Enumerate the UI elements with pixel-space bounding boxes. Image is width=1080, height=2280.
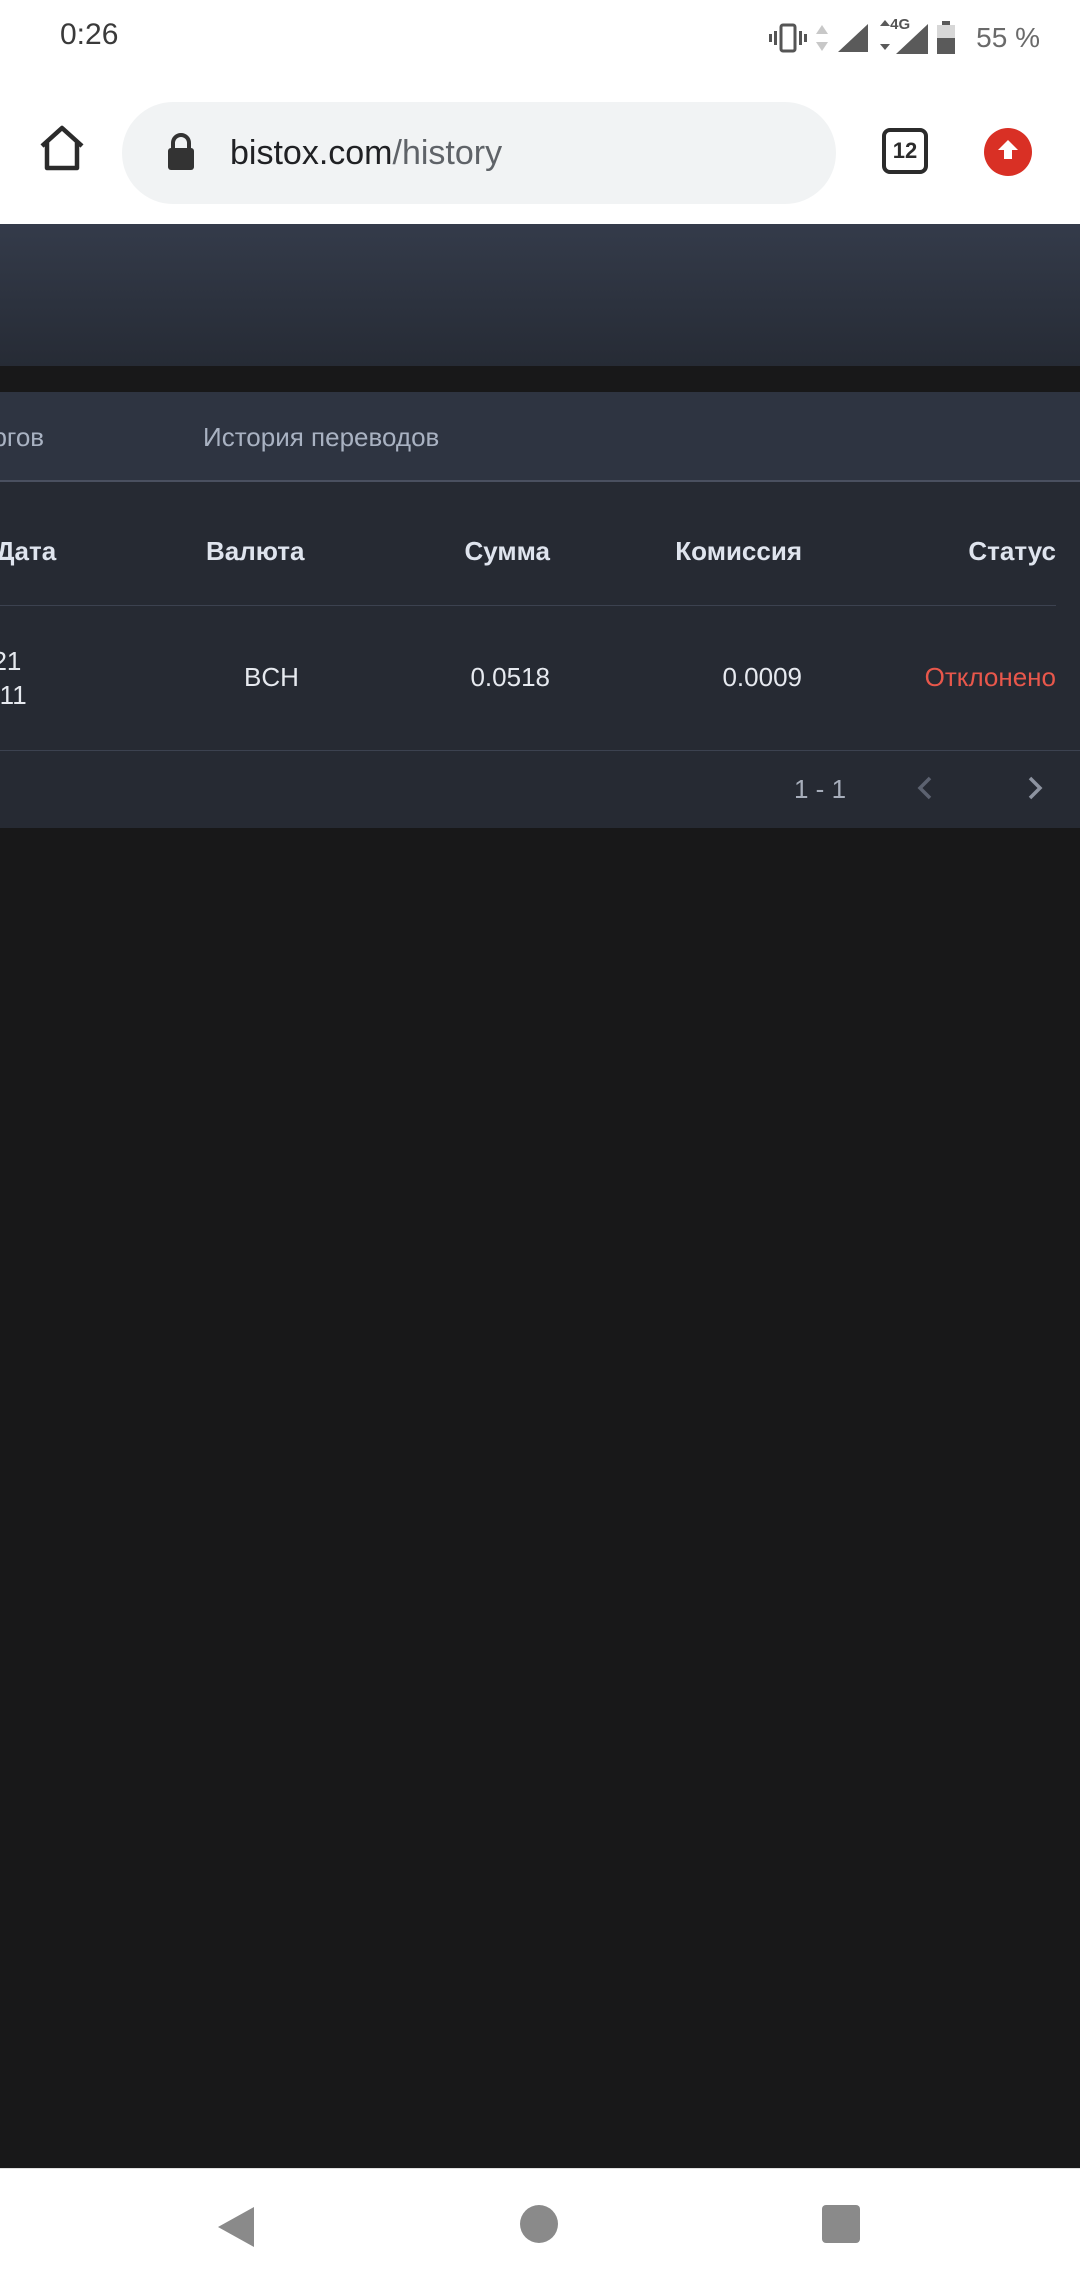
chevron-left-icon[interactable] (910, 772, 942, 804)
url-text: bistox.com/history (230, 134, 502, 173)
network-type: 4G (890, 16, 911, 33)
column-header-date: Дата (0, 536, 57, 566)
pagination-range: 1 - 1 (794, 774, 847, 804)
cell-date-line-1: 021 (0, 646, 22, 676)
battery-percent: 55 % (976, 22, 1040, 53)
home-nav-button[interactable] (520, 2205, 558, 2243)
url-path: /history (392, 133, 503, 172)
chevron-right-icon[interactable] (1018, 772, 1050, 804)
url-domain: bistox.com (230, 133, 393, 172)
battery-icon (936, 21, 956, 55)
history-tabs: оргов История переводов (0, 392, 1080, 482)
column-header-fee: Комиссия (675, 536, 802, 566)
cell-date-line-2: 1:11 (0, 680, 27, 710)
history-card: оргов История переводов Дата Валюта Сумм… (0, 392, 1080, 828)
status-time: 0:26 (60, 18, 119, 51)
back-button[interactable] (214, 2203, 258, 2256)
tabs-icon-count: 12 (892, 138, 918, 163)
cell-fee: 0.0009 (722, 662, 802, 692)
status-icons: 4G 55 % (768, 14, 1040, 62)
lock-icon (166, 133, 196, 173)
tab-trade-history[interactable]: оргов (0, 422, 44, 453)
vibrate-icon (768, 23, 808, 53)
signal-icon (836, 22, 870, 54)
table-divider (0, 605, 1056, 606)
tab-transfer-history[interactable]: История переводов (203, 422, 439, 453)
data-arrows-icon (814, 23, 830, 53)
home-icon (37, 124, 87, 177)
update-button[interactable] (984, 128, 1032, 176)
home-button[interactable] (30, 118, 94, 182)
cell-currency: BCH (244, 662, 299, 692)
cell-date: 021 1:11 (0, 644, 27, 712)
table-footer-divider (0, 750, 1080, 751)
address-bar[interactable]: bistox.com/history (122, 102, 836, 204)
update-icon (995, 137, 1021, 168)
status-bar: 0:26 4G 55 % (0, 0, 1080, 76)
header-divider (0, 366, 1080, 392)
system-nav-bar (0, 2168, 1080, 2280)
cell-status: Отклонено (924, 662, 1056, 692)
site-header (0, 224, 1080, 366)
column-header-amount: Сумма (464, 536, 550, 566)
column-header-status: Статус (968, 536, 1056, 566)
browser-toolbar: bistox.com/history 12 (0, 76, 1080, 224)
signal-4g-icon: 4G (876, 16, 930, 56)
cell-amount: 0.0518 (470, 662, 550, 692)
column-header-currency: Валюта (206, 536, 305, 566)
tabs-button[interactable]: 12 (882, 128, 928, 174)
recent-apps-button[interactable] (822, 2205, 860, 2243)
